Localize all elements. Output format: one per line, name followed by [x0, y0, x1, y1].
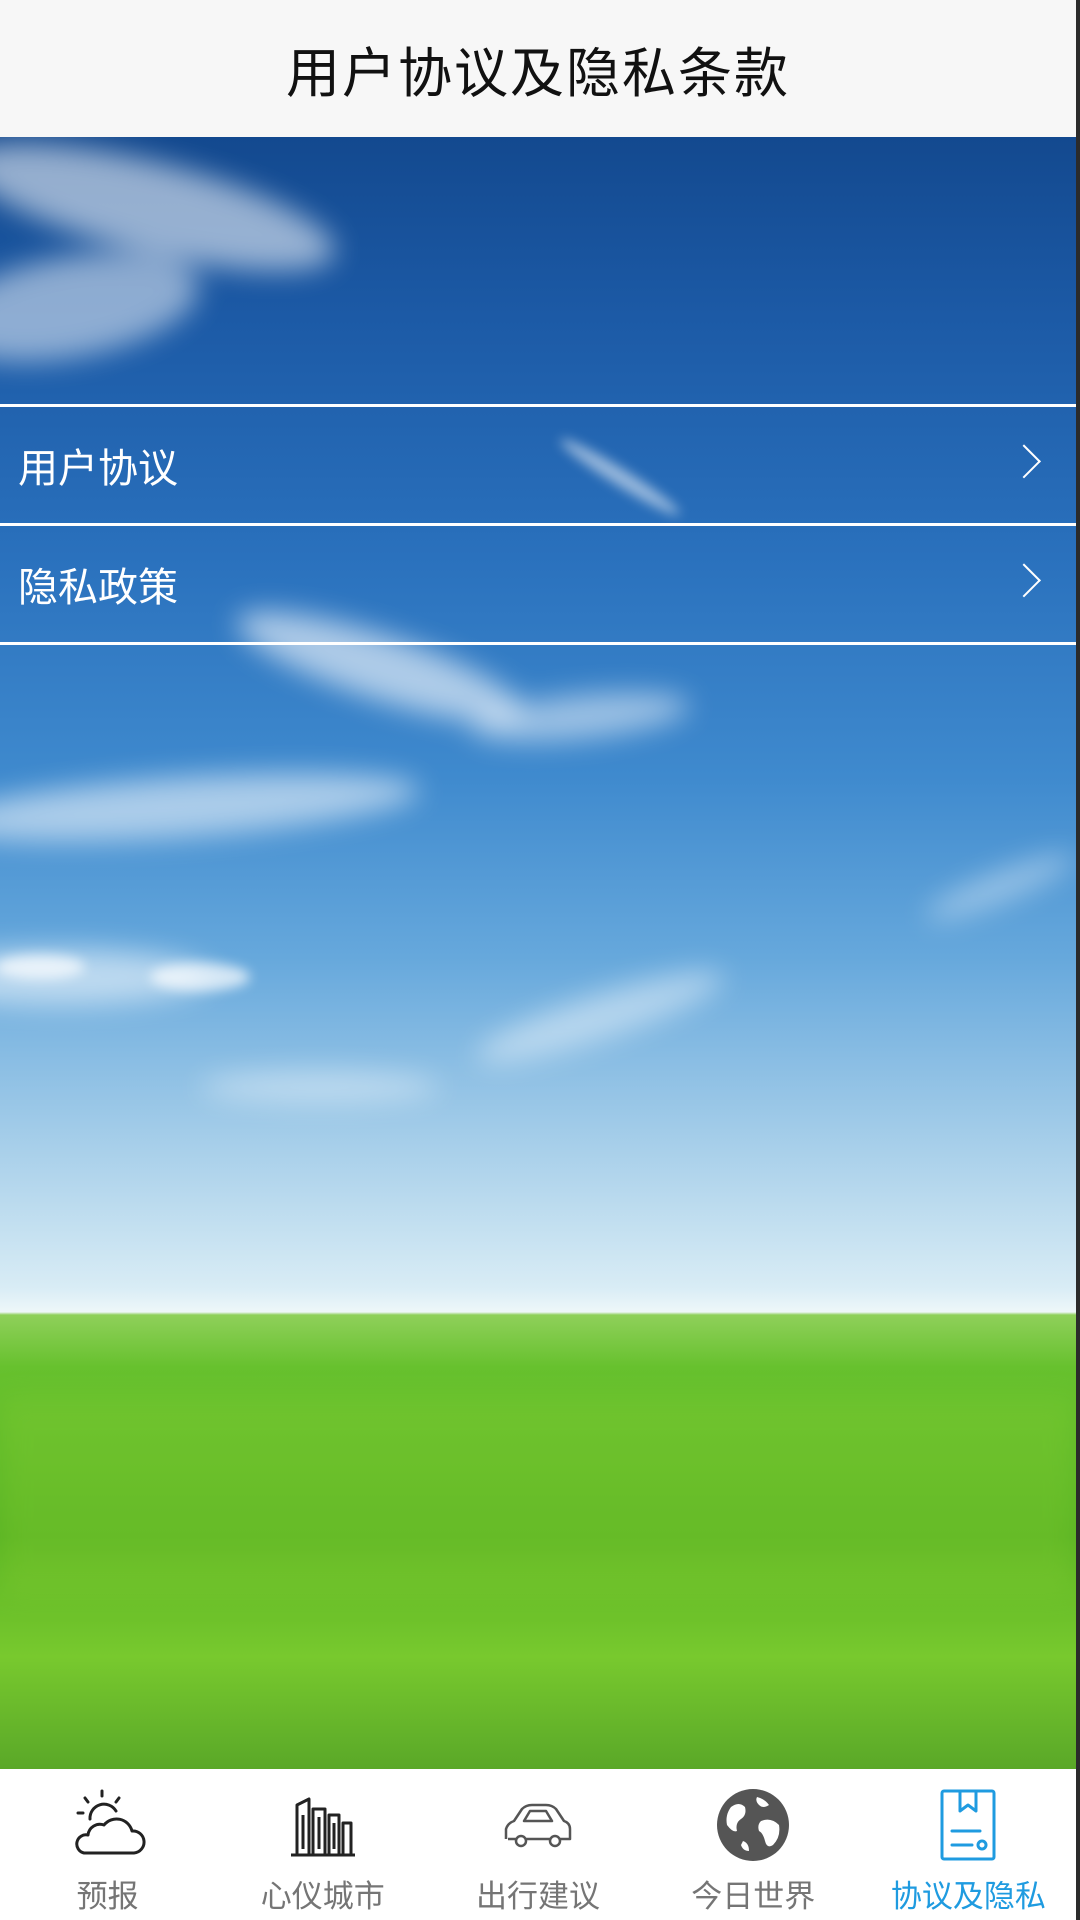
tab-travel-advice[interactable]: 出行建议 — [430, 1769, 645, 1920]
tab-label: 今日世界 — [691, 1879, 816, 1915]
sky-grass-background — [0, 137, 1076, 1769]
menu-item-privacy-policy[interactable]: 隐私政策 — [0, 523, 1076, 645]
weather-icon — [74, 1789, 146, 1855]
bottom-tab-bar: 预报 心仪城市 出行建议 今日世界 协议及隐私 — [0, 1769, 1076, 1920]
menu-item-user-agreement[interactable]: 用户协议 — [0, 404, 1076, 523]
globe-icon — [717, 1789, 790, 1861]
document-icon — [940, 1789, 996, 1861]
menu-item-label: 隐私政策 — [18, 565, 178, 611]
page-title: 用户协议及隐私条款 — [286, 42, 790, 105]
car-icon — [504, 1803, 572, 1848]
agreement-menu: 用户协议 隐私政策 — [0, 404, 1076, 645]
tab-label: 预报 — [76, 1879, 139, 1915]
tab-label: 协议及隐私 — [890, 1879, 1046, 1915]
chevron-right-icon — [1007, 444, 1041, 479]
tab-world-today[interactable]: 今日世界 — [646, 1769, 861, 1920]
tab-forecast[interactable]: 预报 — [0, 1769, 215, 1920]
screen-edge — [1076, 0, 1080, 1920]
menu-item-label: 用户协议 — [18, 446, 178, 492]
tab-agreement-privacy[interactable]: 协议及隐私 — [861, 1769, 1076, 1920]
tab-favorite-cities[interactable]: 心仪城市 — [215, 1769, 430, 1920]
background-decoration — [0, 143, 1076, 1597]
buildings-icon — [290, 1797, 355, 1857]
app-screen: 用户协议及隐私条款 用户协议 隐私政策 预报 心仪城市 出行建议 今日世界 协议… — [0, 0, 1080, 1920]
tab-label: 出行建议 — [476, 1879, 600, 1915]
app-header: 用户协议及隐私条款 — [0, 0, 1076, 137]
tab-label: 心仪城市 — [260, 1879, 385, 1915]
chevron-right-icon — [1007, 563, 1041, 598]
